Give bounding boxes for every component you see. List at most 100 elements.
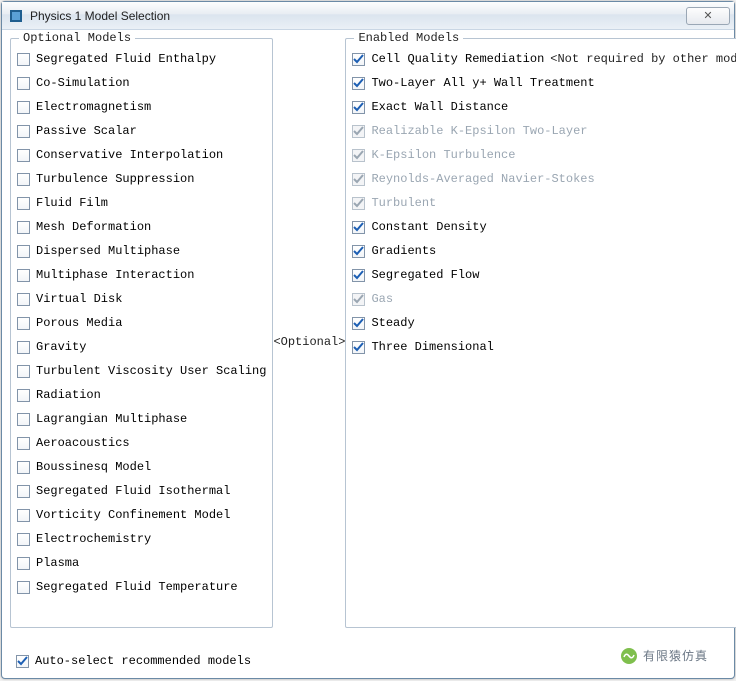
optional-model-checkbox[interactable]	[17, 53, 30, 66]
enabled-model-label: Segregated Flow	[371, 266, 479, 284]
optional-model-checkbox[interactable]	[17, 509, 30, 522]
enabled-model-checkbox	[352, 149, 365, 162]
list-item: Plasma	[17, 553, 266, 573]
optional-model-checkbox[interactable]	[17, 437, 30, 450]
list-item: Aeroacoustics	[17, 433, 266, 453]
list-item: Turbulent	[352, 193, 736, 213]
optional-model-label: Vorticity Confinement Model	[36, 506, 230, 524]
list-item: Lagrangian Multiphase	[17, 409, 266, 429]
list-item: Reynolds-Averaged Navier-Stokes	[352, 169, 736, 189]
list-item: Electrochemistry	[17, 529, 266, 549]
list-item: Porous Media	[17, 313, 266, 333]
optional-model-checkbox[interactable]	[17, 293, 30, 306]
auto-select-checkbox[interactable]	[16, 655, 29, 668]
list-item: Realizable K-Epsilon Two-Layer	[352, 121, 736, 141]
optional-model-label: Segregated Fluid Temperature	[36, 578, 238, 596]
window-title: Physics 1 Model Selection	[30, 9, 170, 23]
list-item: Electromagnetism	[17, 97, 266, 117]
app-icon	[8, 8, 24, 24]
optional-model-label: Electrochemistry	[36, 530, 151, 548]
optional-model-label: Aeroacoustics	[36, 434, 130, 452]
list-item: K-Epsilon Turbulence	[352, 145, 736, 165]
list-item: Segregated Flow	[352, 265, 736, 285]
list-item: Constant Density	[352, 217, 736, 237]
optional-model-checkbox[interactable]	[17, 77, 30, 90]
enabled-model-checkbox[interactable]	[352, 101, 365, 114]
content-area: Optional Models Segregated Fluid Enthalp…	[2, 30, 734, 650]
optional-model-label: Virtual Disk	[36, 290, 122, 308]
list-item: Segregated Fluid Temperature	[17, 577, 266, 597]
enabled-model-label: Exact Wall Distance	[371, 98, 508, 116]
close-button[interactable]: ✕	[686, 7, 730, 25]
enabled-model-label: Turbulent	[371, 194, 436, 212]
enabled-model-checkbox[interactable]	[352, 269, 365, 282]
enabled-model-label: K-Epsilon Turbulence	[371, 146, 515, 164]
optional-model-label: Segregated Fluid Enthalpy	[36, 50, 216, 68]
optional-model-label: Dispersed Multiphase	[36, 242, 180, 260]
optional-model-label: Gravity	[36, 338, 86, 356]
list-item: Gravity	[17, 337, 266, 357]
optional-model-checkbox[interactable]	[17, 101, 30, 114]
enabled-model-label: Gradients	[371, 242, 436, 260]
list-item: Turbulence Suppression	[17, 169, 266, 189]
optional-model-label: Multiphase Interaction	[36, 266, 194, 284]
titlebar[interactable]: Physics 1 Model Selection ✕	[2, 2, 734, 30]
enabled-model-checkbox[interactable]	[352, 341, 365, 354]
optional-model-label: Segregated Fluid Isothermal	[36, 482, 230, 500]
enabled-model-label: Reynolds-Averaged Navier-Stokes	[371, 170, 594, 188]
optional-model-checkbox[interactable]	[17, 485, 30, 498]
optional-model-checkbox[interactable]	[17, 173, 30, 186]
enabled-model-checkbox	[352, 293, 365, 306]
list-item: Gas	[352, 289, 736, 309]
optional-model-label: Radiation	[36, 386, 101, 404]
optional-model-checkbox[interactable]	[17, 341, 30, 354]
optional-list: Segregated Fluid Enthalpy Co-Simulation El…	[17, 49, 266, 597]
dialog-window: Physics 1 Model Selection ✕ Optional Mod…	[1, 1, 735, 679]
optional-model-checkbox[interactable]	[17, 221, 30, 234]
optional-model-checkbox[interactable]	[17, 149, 30, 162]
list-item: Segregated Fluid Isothermal	[17, 481, 266, 501]
list-item: Gradients	[352, 241, 736, 261]
optional-model-label: Boussinesq Model	[36, 458, 151, 476]
list-item: Co-Simulation	[17, 73, 266, 93]
auto-select-label: Auto-select recommended models	[35, 654, 251, 668]
optional-model-label: Fluid Film	[36, 194, 108, 212]
enabled-model-checkbox[interactable]	[352, 317, 365, 330]
optional-model-checkbox[interactable]	[17, 197, 30, 210]
list-item: Virtual Disk	[17, 289, 266, 309]
optional-model-checkbox[interactable]	[17, 533, 30, 546]
optional-model-label: Conservative Interpolation	[36, 146, 223, 164]
optional-model-checkbox[interactable]	[17, 389, 30, 402]
optional-model-checkbox[interactable]	[17, 557, 30, 570]
list-item: Segregated Fluid Enthalpy	[17, 49, 266, 69]
enabled-model-checkbox[interactable]	[352, 245, 365, 258]
optional-model-label: Electromagnetism	[36, 98, 151, 116]
optional-model-checkbox[interactable]	[17, 413, 30, 426]
optional-model-label: Co-Simulation	[36, 74, 130, 92]
list-item: Passive Scalar	[17, 121, 266, 141]
optional-model-checkbox[interactable]	[17, 269, 30, 282]
enabled-model-label: Three Dimensional	[371, 338, 493, 356]
enabled-model-label: Gas	[371, 290, 393, 308]
list-item: Three Dimensional	[352, 337, 736, 357]
list-item: Dispersed Multiphase	[17, 241, 266, 261]
optional-model-checkbox[interactable]	[17, 317, 30, 330]
enabled-model-checkbox[interactable]	[352, 77, 365, 90]
list-item: Fluid Film	[17, 193, 266, 213]
optional-model-checkbox[interactable]	[17, 245, 30, 258]
optional-model-checkbox[interactable]	[17, 365, 30, 378]
optional-model-label: Turbulent Viscosity User Scaling	[36, 362, 266, 380]
optional-model-checkbox[interactable]	[17, 125, 30, 138]
optional-label: <Optional>	[273, 335, 345, 349]
enabled-model-checkbox[interactable]	[352, 221, 365, 234]
optional-model-label: Mesh Deformation	[36, 218, 151, 236]
list-item: Steady	[352, 313, 736, 333]
optional-model-checkbox[interactable]	[17, 581, 30, 594]
enabled-model-checkbox	[352, 173, 365, 186]
enabled-legend: Enabled Models	[354, 31, 463, 45]
list-item: Mesh Deformation	[17, 217, 266, 237]
optional-model-checkbox[interactable]	[17, 461, 30, 474]
enabled-model-checkbox[interactable]	[352, 53, 365, 66]
enabled-model-label: Constant Density	[371, 218, 486, 236]
list-item: Turbulent Viscosity User Scaling	[17, 361, 266, 381]
